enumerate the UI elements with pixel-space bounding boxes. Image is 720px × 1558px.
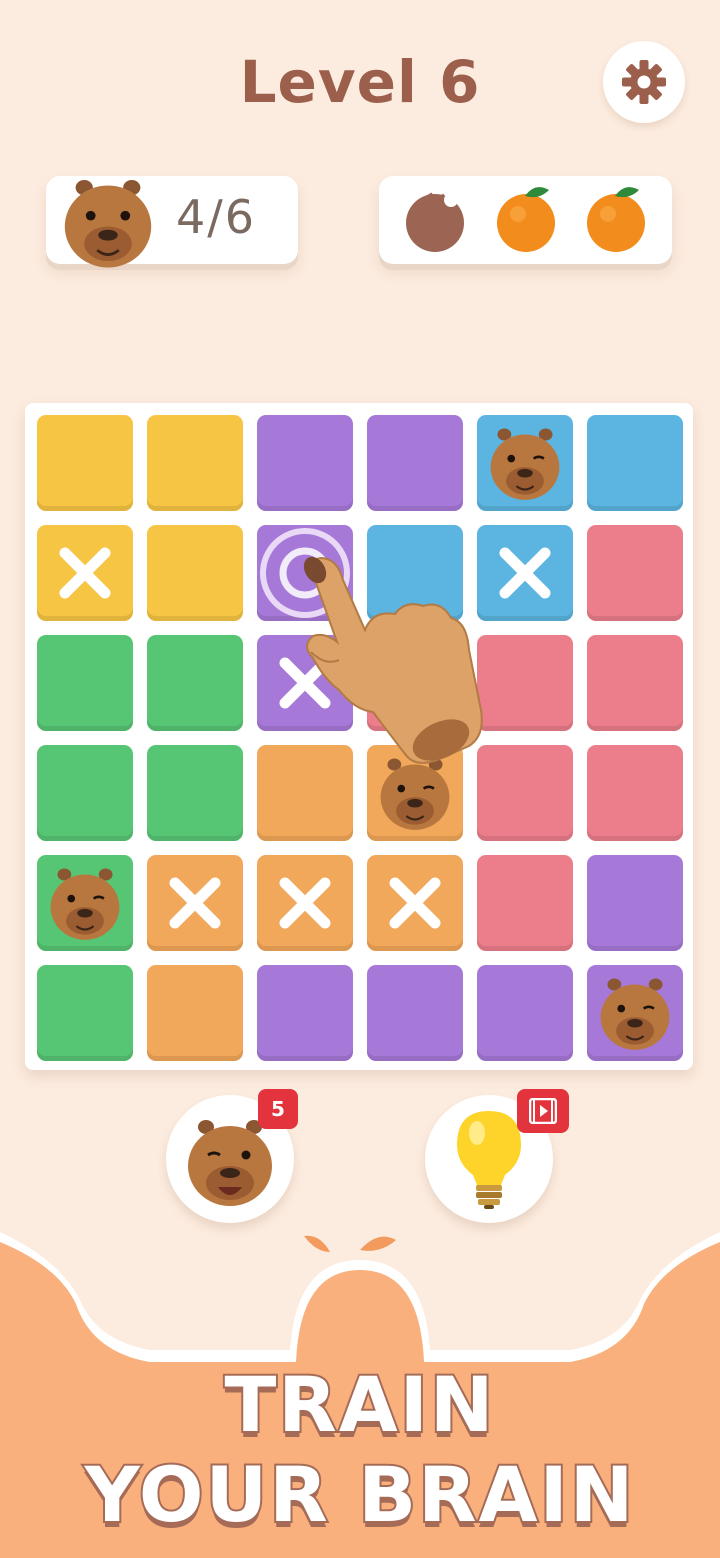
board-cell[interactable] xyxy=(147,965,243,1061)
board-cell[interactable] xyxy=(37,635,133,731)
capybara-piece-icon xyxy=(50,868,120,940)
tutorial-hand-icon xyxy=(303,556,483,764)
promo-headline-line2: YOUR BRAIN xyxy=(83,1448,636,1541)
board-cell[interactable] xyxy=(37,855,133,951)
watch-video-badge xyxy=(517,1089,569,1133)
x-mark-icon xyxy=(389,877,441,929)
board-cell[interactable] xyxy=(367,415,463,511)
board-cell[interactable] xyxy=(257,965,353,1061)
capybara-piece-icon xyxy=(490,428,560,500)
capybara-piece-icon xyxy=(600,978,670,1050)
board-cell[interactable] xyxy=(587,855,683,951)
capybara-progress-card: 4/6 xyxy=(46,176,298,268)
board-cell[interactable] xyxy=(367,965,463,1061)
orange-fruit-silhouette-icon xyxy=(304,1235,396,1252)
board-cell[interactable] xyxy=(477,415,573,511)
board-cell[interactable] xyxy=(37,965,133,1061)
board-cell[interactable] xyxy=(477,855,573,951)
board-cell[interactable] xyxy=(37,415,133,511)
capybara-icon xyxy=(64,180,152,268)
board-cell[interactable] xyxy=(147,635,243,731)
settings-button[interactable] xyxy=(603,41,685,123)
board-cell[interactable] xyxy=(477,965,573,1061)
promo-headline-line1: TRAIN xyxy=(222,1358,496,1451)
progress-count: 4/6 xyxy=(176,190,257,244)
x-mark-icon xyxy=(169,877,221,929)
board-cell[interactable] xyxy=(147,745,243,841)
board-cell[interactable] xyxy=(147,525,243,621)
board-cell[interactable] xyxy=(587,745,683,841)
board-cell[interactable] xyxy=(367,855,463,951)
board-cell[interactable] xyxy=(147,855,243,951)
board-cell[interactable] xyxy=(37,745,133,841)
board-cell[interactable] xyxy=(587,965,683,1061)
gear-icon xyxy=(622,60,666,104)
hint-count-badge: 5 xyxy=(258,1089,298,1129)
board-cell[interactable] xyxy=(587,525,683,621)
board-cell[interactable] xyxy=(257,415,353,511)
x-mark-icon xyxy=(59,547,111,599)
board-cell[interactable] xyxy=(147,415,243,511)
x-mark-icon xyxy=(279,877,331,929)
board-cell[interactable] xyxy=(257,855,353,951)
board-cell[interactable] xyxy=(587,635,683,731)
board-cell[interactable] xyxy=(587,415,683,511)
eaten-fruit-icon xyxy=(406,192,464,252)
board-cell[interactable] xyxy=(37,525,133,621)
video-icon xyxy=(529,1098,557,1124)
orange-fruit-icon xyxy=(497,187,555,252)
fruit-lives-card xyxy=(379,176,672,264)
orange-fruit-icon xyxy=(587,187,645,252)
